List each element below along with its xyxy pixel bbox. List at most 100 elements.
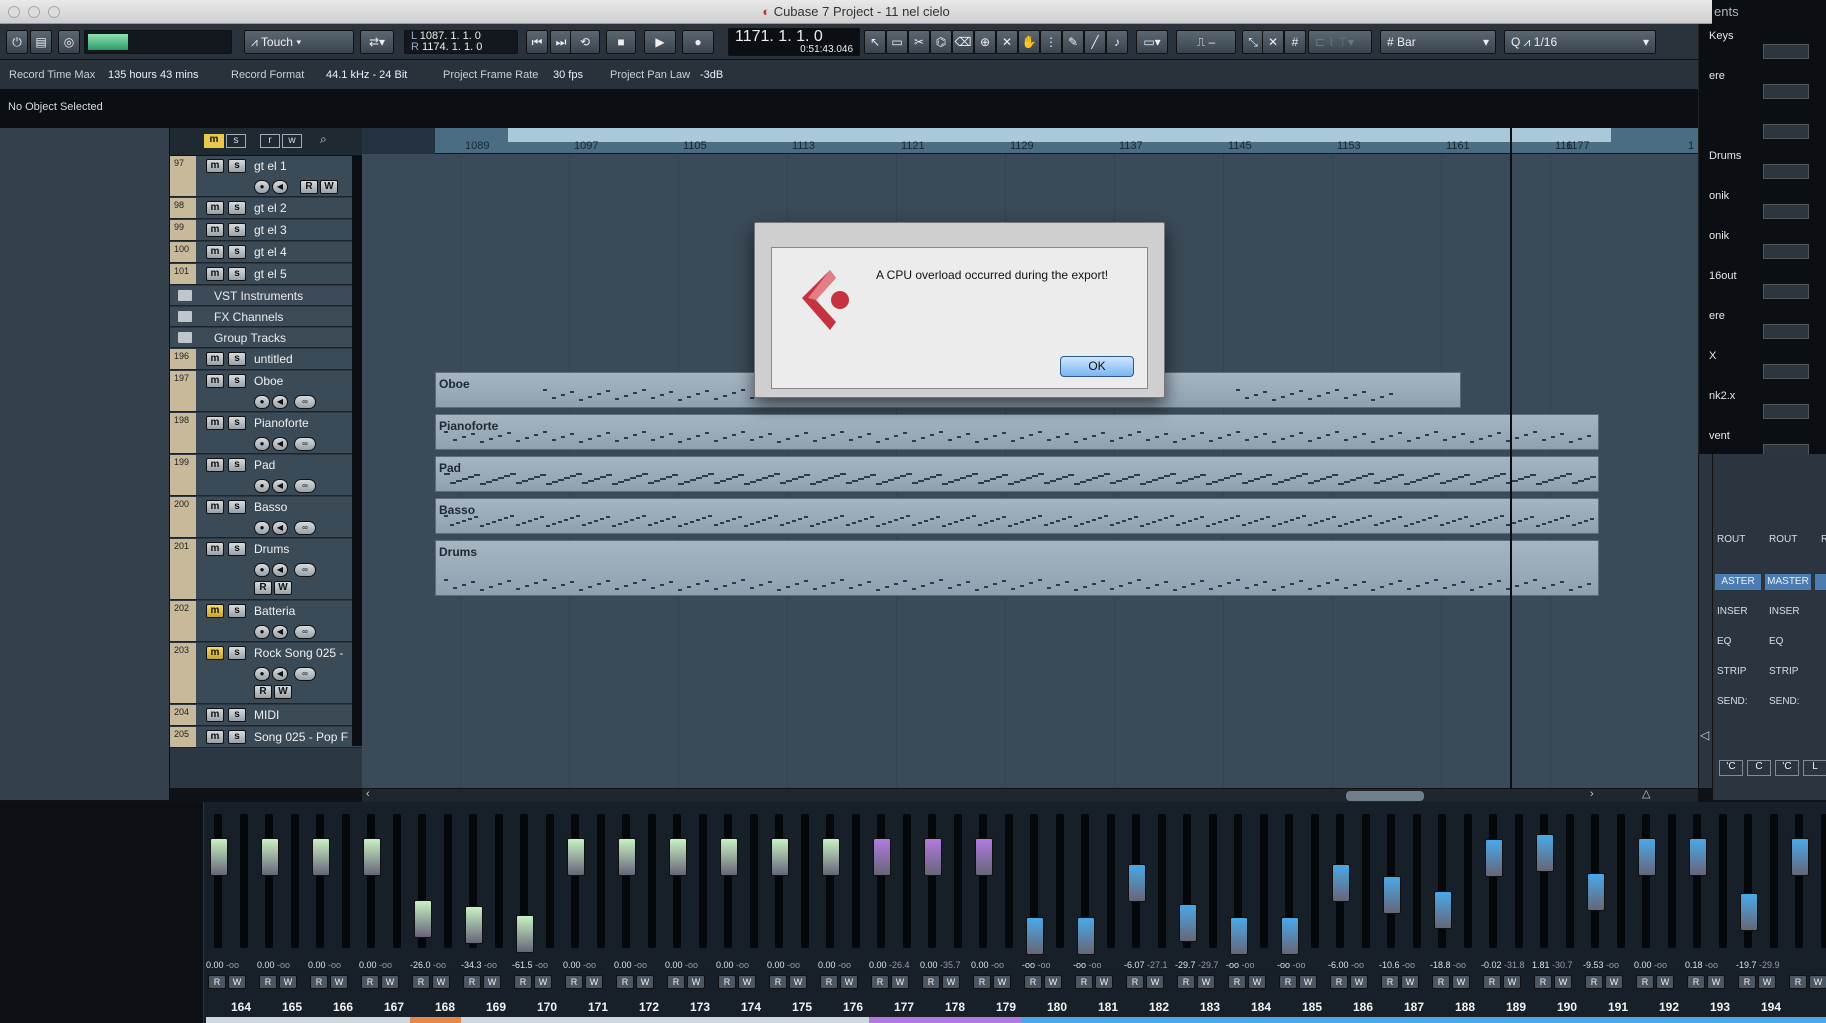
read-button[interactable]: R (616, 975, 634, 989)
read-button[interactable]: R (1075, 975, 1093, 989)
channel-fader[interactable] (720, 838, 738, 877)
channel-fader[interactable] (1128, 863, 1146, 902)
read-button[interactable]: R (208, 975, 226, 989)
channel-fader[interactable] (1689, 838, 1707, 877)
frame-rate-value[interactable]: 30 fps (553, 60, 583, 90)
write-button[interactable]: W (381, 975, 399, 989)
right-channel-field[interactable] (1763, 364, 1809, 379)
channel-fader[interactable] (822, 838, 840, 877)
write-button[interactable]: W (1758, 975, 1776, 989)
ok-button[interactable]: OK (1060, 356, 1134, 377)
solo-button[interactable]: s (228, 223, 246, 237)
read-button[interactable]: R (769, 975, 787, 989)
write-button[interactable]: W (483, 975, 501, 989)
mute-button[interactable]: m (206, 223, 224, 237)
read-button[interactable]: R (718, 975, 736, 989)
cross-icon[interactable]: ✕ (1262, 30, 1284, 54)
solo-button[interactable]: s (228, 352, 246, 366)
write-button[interactable]: W (891, 975, 909, 989)
horizontal-scroll-thumb[interactable] (1346, 791, 1424, 801)
quantize-select[interactable]: Q ⩘ 1/16 ▾ (1504, 30, 1656, 54)
track-3[interactable]: 100 m s gt el 4 (170, 242, 362, 263)
mute-button[interactable]: m (206, 542, 224, 556)
write-automation-button[interactable]: W (274, 685, 292, 699)
channel-volume-value[interactable]: -oo -oo (1073, 960, 1124, 970)
read-button[interactable]: R (361, 975, 379, 989)
track-1[interactable]: 98 m s gt el 2 (170, 198, 362, 219)
channel-volume-value[interactable]: 0.00 -oo (308, 960, 359, 970)
channel-volume-value[interactable]: 0.00 -oo (614, 960, 665, 970)
power-icon[interactable]: ⏻ (6, 30, 28, 54)
hand-icon[interactable]: ✋ (1018, 30, 1040, 54)
minimize-window-button[interactable] (28, 6, 40, 18)
write-button[interactable]: W (1554, 975, 1572, 989)
channel-fader[interactable] (1077, 917, 1095, 956)
track-15[interactable]: 203 m s Rock Song 025 - ● ◀ ∞ R W (170, 643, 362, 704)
scroll-left-icon[interactable]: ‹ (366, 788, 370, 800)
edit-instrument-icon[interactable]: ∞ (294, 437, 316, 451)
read-button[interactable]: R (1330, 975, 1348, 989)
write-button[interactable]: W (1605, 975, 1623, 989)
channel-volume-value[interactable]: 0.00 -oo (1634, 960, 1685, 970)
record-enable-icon[interactable]: ● (254, 521, 270, 535)
write-button[interactable]: W (1503, 975, 1521, 989)
project-cursor[interactable] (1510, 128, 1512, 788)
write-button[interactable]: W (1299, 975, 1317, 989)
write-button[interactable]: W (789, 975, 807, 989)
locator-display[interactable]: L 1087. 1. 1. 0 R 1174. 1. 1. 0 (404, 30, 518, 54)
routing-label[interactable]: ROUT (1769, 534, 1797, 545)
right-channel-field[interactable] (1763, 204, 1809, 219)
record-enable-icon[interactable]: ● (254, 625, 270, 639)
solo-button[interactable]: s (228, 267, 246, 281)
read-button[interactable]: R (922, 975, 940, 989)
write-button[interactable]: W (1401, 975, 1419, 989)
read-button[interactable]: R (1381, 975, 1399, 989)
read-automation-button[interactable]: R (254, 685, 272, 699)
channel-fader[interactable] (1383, 875, 1401, 914)
solo-button[interactable]: s (228, 374, 246, 388)
midi-part-pianoforte[interactable]: Pianoforte (435, 414, 1599, 450)
channel-volume-value[interactable]: 0.00 -oo (818, 960, 869, 970)
channel-fader[interactable] (516, 915, 534, 954)
edit-instrument-icon[interactable]: ∞ (294, 395, 316, 409)
mute-button[interactable]: m (206, 646, 224, 660)
track-6[interactable]: FX Channels (170, 307, 362, 327)
track-16[interactable]: 204 m s MIDI (170, 705, 362, 726)
write-button[interactable]: W (432, 975, 450, 989)
erase-icon[interactable]: ⌫ (952, 30, 974, 54)
mute-button[interactable]: m (206, 458, 224, 472)
zoom-out-vertical-icon[interactable]: ◁ (1700, 728, 1709, 742)
solo-button[interactable]: s (228, 542, 246, 556)
mute-button[interactable]: m (206, 159, 224, 173)
edit-instrument-icon[interactable]: ∞ (294, 563, 316, 577)
monitor-icon[interactable]: ◀ (272, 625, 288, 639)
zoom-window-button[interactable] (48, 6, 60, 18)
channel-volume-value[interactable]: -9.53 -oo (1583, 960, 1634, 970)
edit-instrument-icon[interactable]: ∞ (294, 667, 316, 681)
mute-button[interactable]: m (206, 708, 224, 722)
channel-volume-value[interactable]: 0.00 -26.4 (869, 960, 920, 970)
solo-button[interactable]: s (228, 159, 246, 173)
channel-volume-value[interactable]: -oo -oo (1022, 960, 1073, 970)
read-button[interactable]: R (463, 975, 481, 989)
tracklist-tab-s[interactable]: s (226, 134, 246, 148)
monitor-icon[interactable]: ◀ (272, 437, 288, 451)
right-channel-field[interactable] (1763, 124, 1809, 139)
go-to-end-icon[interactable]: ⏭ (550, 30, 572, 54)
channel-volume-value[interactable]: 0.00 -oo (206, 960, 257, 970)
track-10[interactable]: 198 m s Pianoforte ● ◀ ∞ (170, 413, 362, 454)
write-button[interactable]: W (993, 975, 1011, 989)
solo-button[interactable]: s (228, 245, 246, 259)
right-channel-field[interactable] (1763, 404, 1809, 419)
tracklist-tab-r[interactable]: r (260, 134, 280, 148)
midi-part-basso[interactable]: Basso (435, 498, 1599, 534)
channel-link-button[interactable]: 'C (1775, 760, 1799, 776)
line-icon[interactable]: ╱ (1084, 30, 1106, 54)
constrain-icon[interactable]: ◎ (58, 30, 80, 54)
channel-volume-value[interactable]: 0.00 -oo (359, 960, 410, 970)
section-label-2[interactable]: STRIP (1769, 666, 1798, 677)
channel-fader[interactable] (1434, 891, 1452, 929)
draw-icon[interactable]: ✎ (1062, 30, 1084, 54)
snap-zero-icon[interactable]: ⤡ (1242, 30, 1264, 54)
record-time-max-value[interactable]: 135 hours 43 mins (108, 60, 199, 90)
